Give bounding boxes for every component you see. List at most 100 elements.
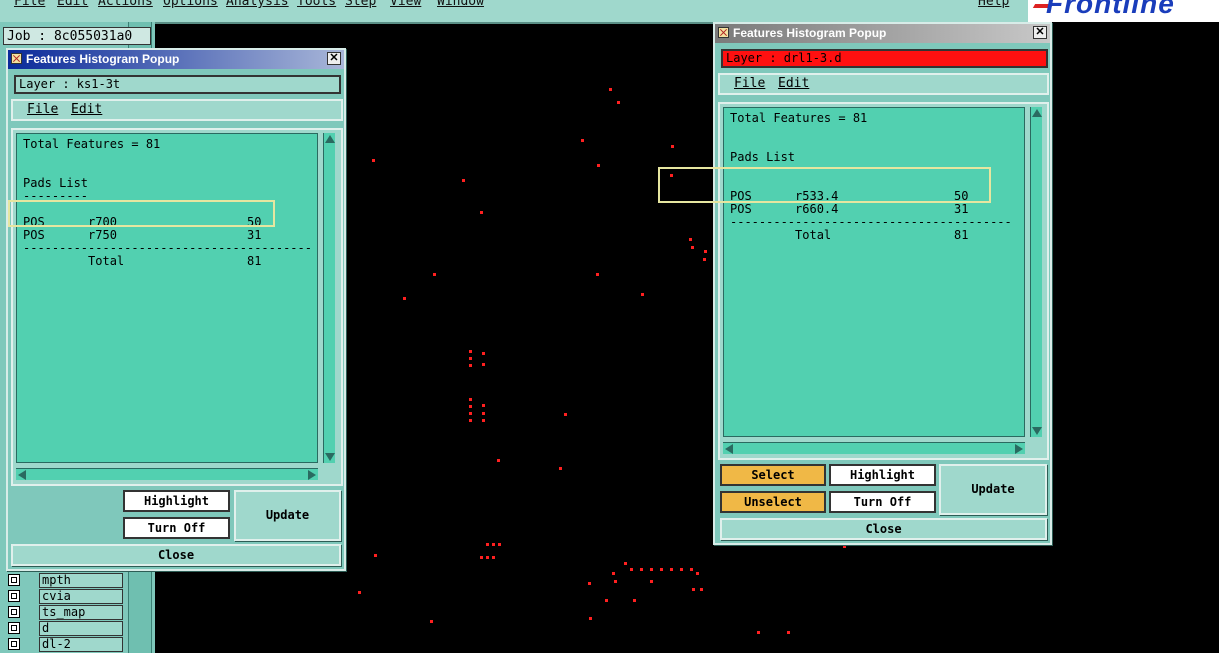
highlight-box-right [658, 167, 991, 203]
histogram-text[interactable]: Total Features = 81 Pads List --------- … [16, 133, 318, 463]
layer-name[interactable]: ts_map [39, 605, 123, 620]
drill-hit-dot [492, 556, 495, 559]
text-line: Total 81 [730, 228, 969, 242]
drill-hit-dot [486, 556, 489, 559]
scroll-up-icon[interactable] [1032, 109, 1042, 117]
layer-name[interactable]: cvia [39, 589, 123, 604]
layer-row[interactable]: dl-2 [6, 637, 124, 652]
close-icon[interactable]: ✕ [1033, 26, 1047, 39]
highlight-button[interactable]: Highlight [123, 490, 230, 512]
select-button[interactable]: Select [720, 464, 826, 486]
layer-name[interactable]: mpth [39, 573, 123, 588]
menu-options[interactable]: Options [163, 0, 218, 9]
popup-menu-file[interactable]: File [27, 101, 58, 119]
drill-hit-dot [498, 543, 501, 546]
drill-hit-dot [482, 412, 485, 415]
drill-hit-dot [617, 101, 620, 104]
drill-hit-dot [581, 139, 584, 142]
scroll-down-icon[interactable] [1032, 427, 1042, 435]
popup-menu-file[interactable]: File [734, 75, 765, 93]
drill-hit-dot [589, 617, 592, 620]
turn-off-button[interactable]: Turn Off [123, 517, 230, 539]
popup-menu-edit[interactable]: Edit [71, 101, 102, 119]
layer-checkbox[interactable] [8, 590, 20, 602]
drill-hit-dot [691, 246, 694, 249]
drill-hit-dot [700, 588, 703, 591]
layer-checkbox[interactable] [8, 622, 20, 634]
drill-hit-dot [374, 554, 377, 557]
turn-off-button[interactable]: Turn Off [829, 491, 936, 513]
menu-actions[interactable]: Actions [98, 0, 153, 9]
layer-checkbox[interactable] [8, 606, 20, 618]
layer-checkbox[interactable] [8, 638, 20, 650]
menu-help[interactable]: Help [978, 0, 1009, 9]
drill-hit-dot [482, 419, 485, 422]
scroll-left-icon[interactable] [18, 470, 26, 480]
brand-area: Frontline [1025, 0, 1219, 22]
drill-hit-dot [559, 467, 562, 470]
highlight-button[interactable]: Highlight [829, 464, 936, 486]
drill-hit-dot [469, 357, 472, 360]
drill-hit-dot [692, 588, 695, 591]
layer-row[interactable]: cvia [6, 589, 124, 604]
scroll-right-icon[interactable] [308, 470, 316, 480]
popup-titlebar[interactable]: Features Histogram Popup ✕ [8, 50, 344, 69]
popup-menubar: File Edit [718, 73, 1049, 95]
menu-tools[interactable]: Tools [297, 0, 336, 9]
histogram-text[interactable]: Total Features = 81 Pads List POS r533.4… [723, 107, 1025, 437]
scroll-up-icon[interactable] [325, 135, 335, 143]
close-button[interactable]: Close [11, 544, 341, 566]
drill-hit-dot [482, 363, 485, 366]
menu-edit[interactable]: Edit [57, 0, 88, 9]
layer-row[interactable]: ts_map [6, 605, 124, 620]
layer-name[interactable]: d [39, 621, 123, 636]
drill-hit-dot [609, 88, 612, 91]
scroll-left-icon[interactable] [725, 444, 733, 454]
drill-hit-dot [480, 556, 483, 559]
popup-menu-edit[interactable]: Edit [778, 75, 809, 93]
drill-hit-dot [480, 211, 483, 214]
job-label: Job : 8c055031a0 [3, 27, 151, 45]
drill-hit-dot [469, 412, 472, 415]
drill-hit-dot [633, 599, 636, 602]
main-menubar: File Edit Actions Options Analysis Tools… [0, 0, 1025, 24]
unselect-button[interactable]: Unselect [720, 491, 826, 513]
window-menu-icon[interactable] [718, 27, 729, 38]
menu-file[interactable]: File [14, 0, 45, 9]
drill-hit-dot [564, 413, 567, 416]
text-line: Total 81 [23, 254, 262, 268]
scroll-right-icon[interactable] [1015, 444, 1023, 454]
window-menu-icon[interactable] [11, 53, 22, 64]
drill-hit-dot [403, 297, 406, 300]
drill-hit-dot [614, 580, 617, 583]
drill-hit-dot [497, 459, 500, 462]
menu-analysis[interactable]: Analysis [226, 0, 289, 9]
horizontal-scrollbar[interactable] [16, 468, 318, 480]
drill-hit-dot [596, 273, 599, 276]
drill-hit-dot [757, 631, 760, 634]
close-icon[interactable]: ✕ [327, 52, 341, 65]
drill-hit-dot [696, 572, 699, 575]
vertical-scrollbar[interactable] [323, 133, 335, 463]
drill-hit-dot [640, 568, 643, 571]
popup-titlebar[interactable]: Features Histogram Popup ✕ [715, 24, 1050, 43]
highlight-box-left [8, 200, 275, 227]
scroll-down-icon[interactable] [325, 453, 335, 461]
close-button[interactable]: Close [720, 518, 1047, 540]
text-line: Total Features = 81 [730, 111, 868, 125]
layer-row[interactable]: d [6, 621, 124, 636]
drill-hit-dot [660, 568, 663, 571]
update-button[interactable]: Update [234, 490, 341, 541]
vertical-scrollbar[interactable] [1030, 107, 1042, 437]
drill-hit-dot [650, 568, 653, 571]
layer-checkbox[interactable] [8, 574, 20, 586]
horizontal-scrollbar[interactable] [723, 442, 1025, 454]
menu-step[interactable]: Step [345, 0, 376, 9]
update-button[interactable]: Update [939, 464, 1047, 515]
drill-hit-dot [690, 568, 693, 571]
menu-view[interactable]: View [390, 0, 421, 9]
layer-name[interactable]: dl-2 [39, 637, 123, 652]
menu-window[interactable]: Window [437, 0, 484, 9]
layer-row[interactable]: mpth [6, 573, 124, 588]
drill-hit-dot [630, 568, 633, 571]
